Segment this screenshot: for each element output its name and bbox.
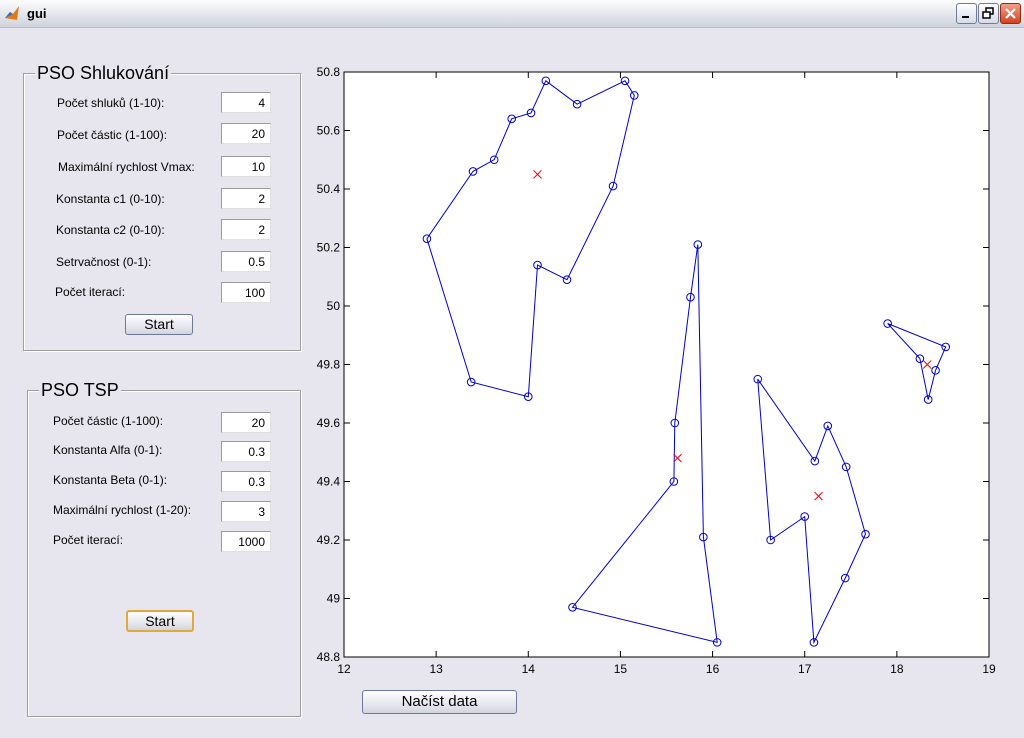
- y-tick-label: 49: [327, 592, 341, 606]
- x-tick-label: 16: [706, 662, 720, 676]
- y-tick-label: 50.4: [317, 182, 341, 196]
- x-tick-label: 15: [614, 662, 628, 676]
- y-tick-label: 50.6: [317, 124, 341, 138]
- x-tick-label: 12: [337, 662, 351, 676]
- y-tick-label: 49.4: [317, 475, 341, 489]
- y-tick-label: 49.2: [317, 533, 341, 547]
- y-tick-label: 49.8: [317, 358, 341, 372]
- y-tick-label: 48.8: [317, 650, 341, 664]
- x-tick-label: 19: [982, 662, 996, 676]
- x-tick-label: 18: [890, 662, 904, 676]
- x-tick-label: 14: [522, 662, 536, 676]
- cluster-plot: 12 13 14 15 16 17 18 19 48.8 49 49.2 49.4 49.6 49.8 50…: [317, 65, 996, 676]
- y-tick-label: 50.2: [317, 241, 341, 255]
- y-tick-label: 49.6: [317, 416, 341, 430]
- x-tick-label: 17: [798, 662, 812, 676]
- y-tick-label: 50: [327, 299, 341, 313]
- x-tick-label: 13: [429, 662, 443, 676]
- y-tick-label: 50.8: [317, 65, 341, 79]
- plot-area: [343, 71, 990, 658]
